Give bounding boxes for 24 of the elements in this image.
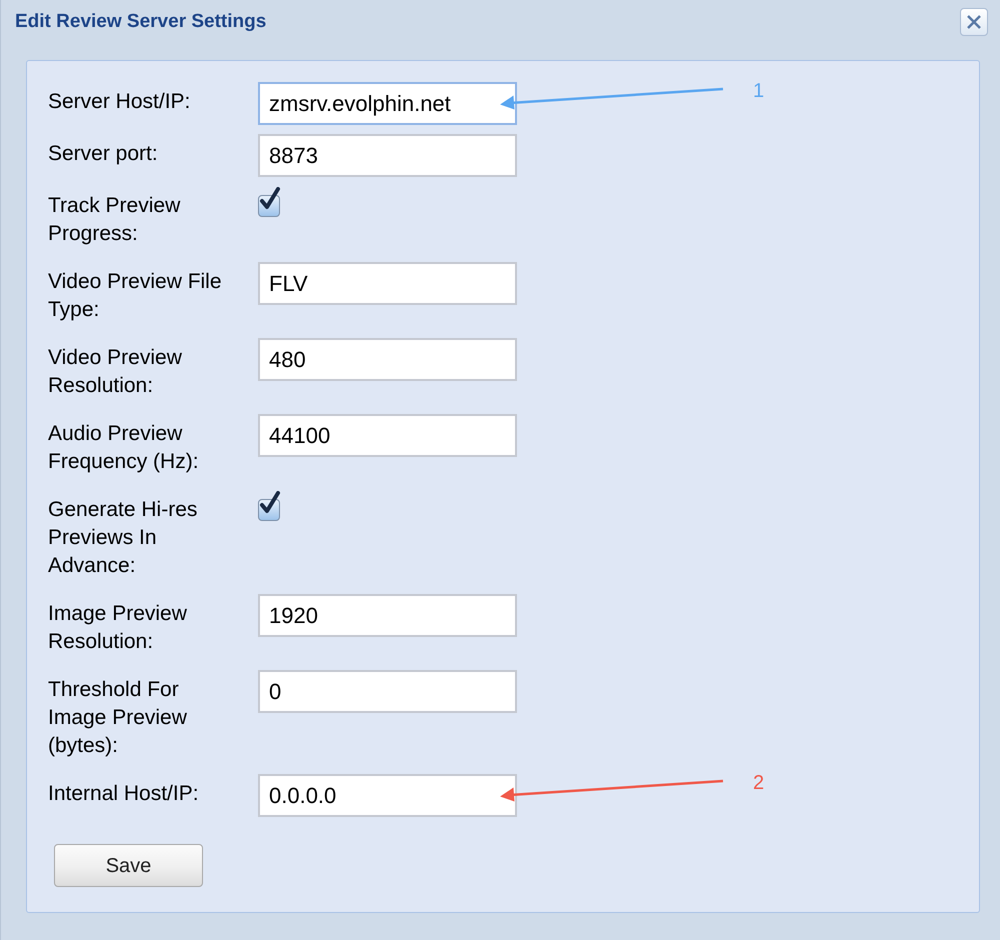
- close-button[interactable]: [960, 8, 988, 36]
- field-label: Audio Preview Frequency (Hz):: [48, 421, 200, 475]
- field-label: Server Host/IP:: [48, 89, 192, 115]
- field-label: Track Preview Progress:: [48, 193, 182, 247]
- window-title: Edit Review Server Settings: [15, 10, 266, 34]
- text-field[interactable]: FLV: [258, 262, 517, 305]
- field-label: Threshold For Image Preview (bytes):: [48, 677, 188, 759]
- field-label: Server port:: [48, 141, 159, 167]
- field-label: Generate Hi-res Previews In Advance:: [48, 497, 198, 579]
- text-field[interactable]: zmsrv.evolphin.net: [258, 82, 517, 125]
- annotation-number: 2: [753, 771, 764, 796]
- text-field[interactable]: 44100: [258, 414, 517, 457]
- close-icon: [966, 14, 982, 30]
- text-field[interactable]: 1920: [258, 594, 517, 637]
- save-button[interactable]: Save: [54, 844, 203, 887]
- field-label: Video Preview Resolution:: [48, 345, 183, 399]
- annotation-number: 1: [753, 79, 764, 104]
- field-label: Video Preview File Type:: [48, 269, 223, 323]
- text-field[interactable]: 480: [258, 338, 517, 381]
- text-field[interactable]: 0: [258, 670, 517, 713]
- field-label: Internal Host/IP:: [48, 781, 200, 807]
- field-label: Image Preview Resolution:: [48, 601, 188, 655]
- text-field[interactable]: 0.0.0.0: [258, 774, 517, 817]
- text-field[interactable]: 8873: [258, 134, 517, 177]
